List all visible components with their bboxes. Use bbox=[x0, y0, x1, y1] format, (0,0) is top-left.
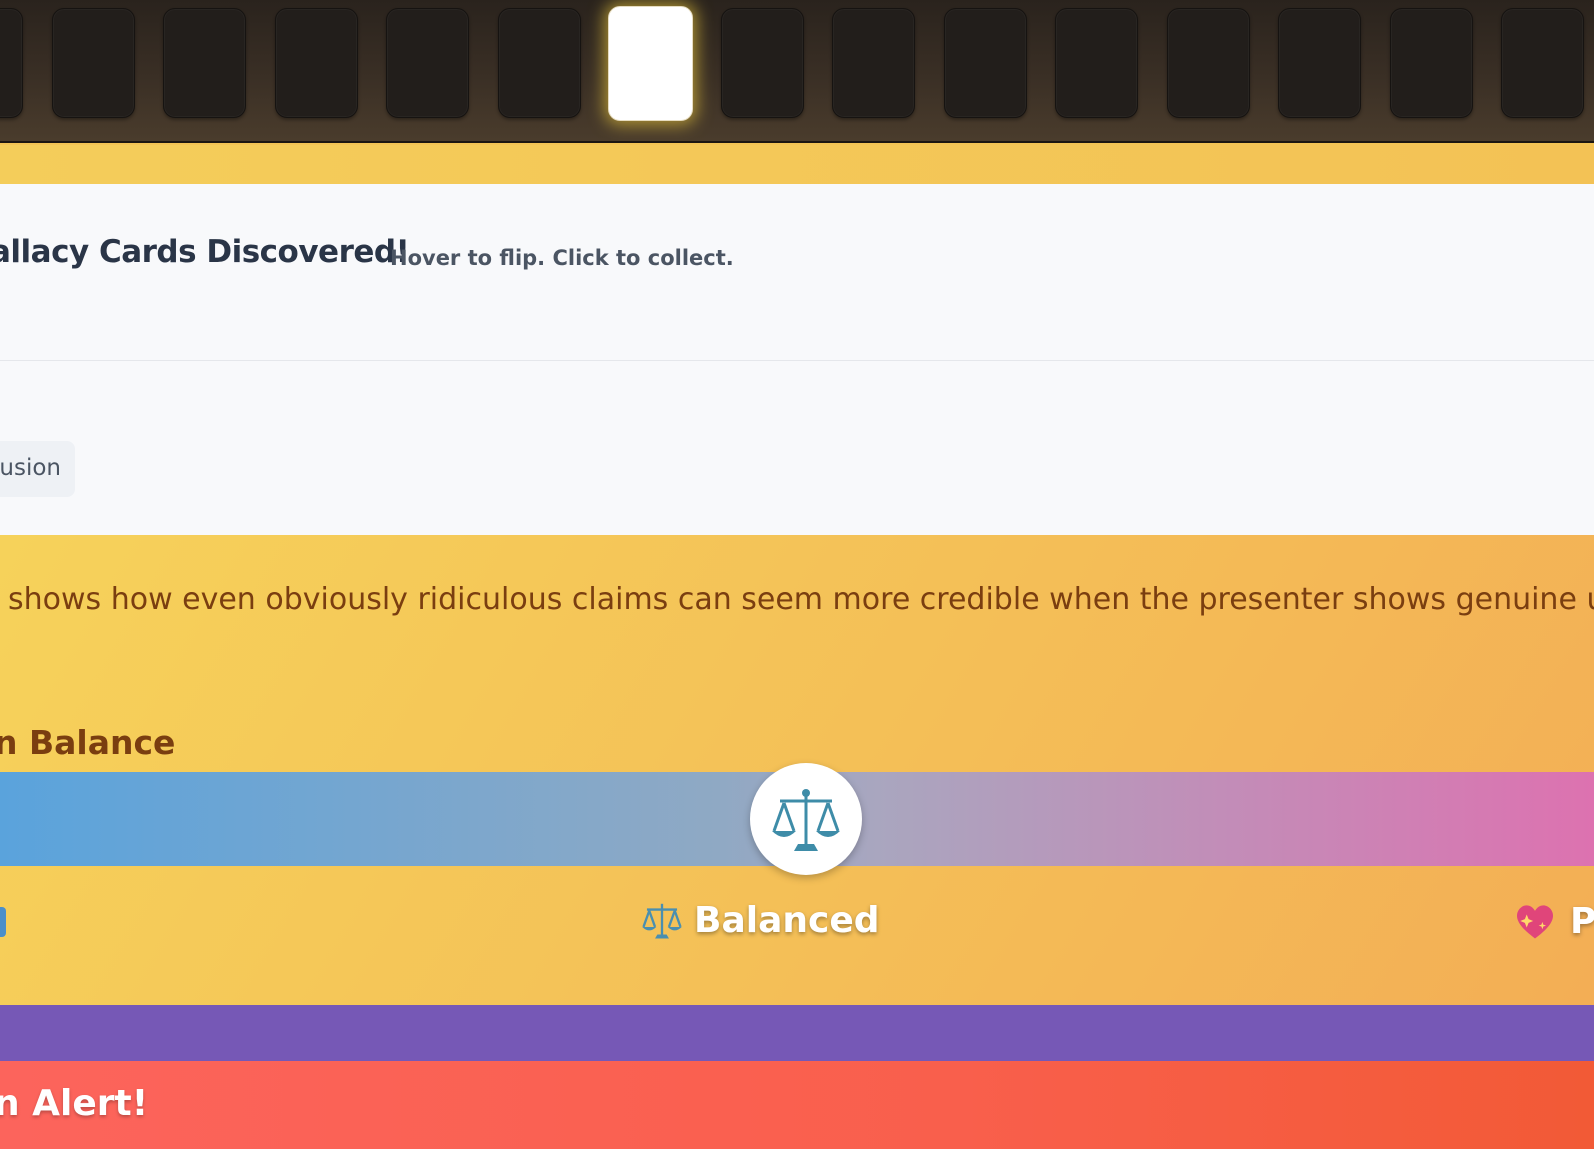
fallacy-card[interactable] bbox=[1501, 8, 1584, 118]
balance-section-title: n Balance bbox=[0, 723, 176, 762]
header-band bbox=[0, 145, 1594, 185]
scales-icon bbox=[642, 903, 682, 939]
fallacy-chip[interactable]: usion bbox=[0, 441, 75, 497]
left-label-edge bbox=[0, 907, 6, 937]
sparkling-heart-icon bbox=[1516, 905, 1554, 939]
fallacy-card[interactable] bbox=[1166, 8, 1250, 118]
panel-divider bbox=[0, 360, 1594, 361]
fallacy-card[interactable] bbox=[51, 8, 135, 118]
balance-slider-knob[interactable] bbox=[750, 763, 862, 875]
fallacy-card[interactable] bbox=[163, 8, 246, 118]
fallacy-card[interactable] bbox=[274, 8, 358, 118]
fallacy-card[interactable] bbox=[0, 8, 23, 118]
cards-hint-text: Hover to flip. Click to collect. bbox=[390, 246, 734, 270]
fallacy-card[interactable] bbox=[1389, 8, 1473, 118]
fallacy-card[interactable] bbox=[1278, 8, 1361, 118]
purple-divider-band bbox=[0, 1005, 1594, 1061]
explanation-text: shows how even obviously ridiculous clai… bbox=[8, 582, 1594, 617]
alert-banner: n Alert! bbox=[0, 1061, 1594, 1149]
fallacy-card[interactable] bbox=[1055, 8, 1138, 118]
fallacy-card[interactable] bbox=[720, 8, 804, 118]
fallacy-card[interactable] bbox=[497, 8, 581, 118]
alert-title: n Alert! bbox=[0, 1083, 149, 1124]
cards-discovered-heading: allacy Cards Discovered! bbox=[0, 234, 410, 270]
right-balance-label-text: P bbox=[1570, 900, 1594, 942]
fallacy-card-active[interactable] bbox=[608, 6, 693, 121]
fallacy-card[interactable] bbox=[943, 8, 1027, 118]
fallacy-chip-label: usion bbox=[0, 455, 61, 481]
balance-section: shows how even obviously ridiculous clai… bbox=[0, 535, 1594, 1005]
right-balance-label: P bbox=[1512, 898, 1594, 944]
scales-icon bbox=[772, 789, 840, 851]
discovery-panel: allacy Cards Discovered! Hover to flip. … bbox=[0, 184, 1594, 535]
fallacy-card[interactable] bbox=[386, 8, 469, 118]
balance-status-label: Balanced bbox=[640, 898, 880, 942]
fallacy-card-strip bbox=[0, 0, 1594, 143]
fallacy-card[interactable] bbox=[832, 8, 915, 118]
balance-status-text: Balanced bbox=[694, 899, 880, 941]
